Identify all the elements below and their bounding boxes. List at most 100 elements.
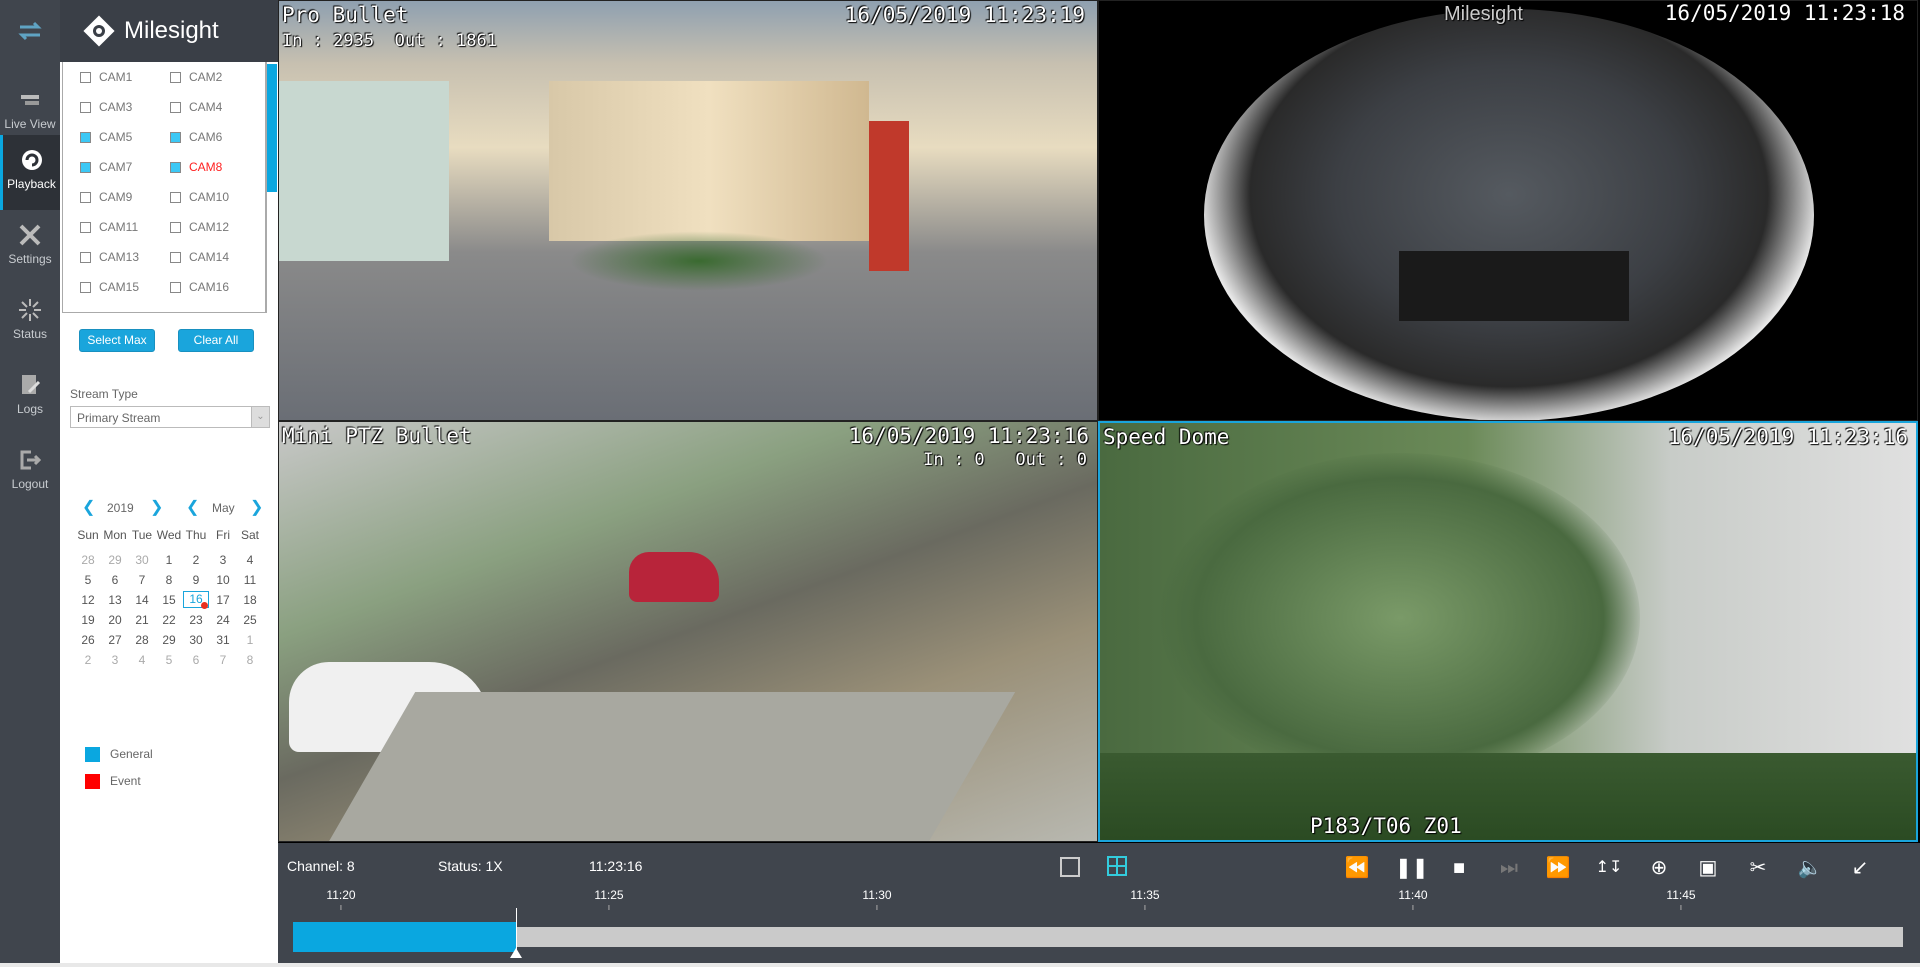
- video-tile-speed-dome[interactable]: Speed Dome 16/05/2019 11:23:16 P183/T06 …: [1098, 421, 1918, 842]
- scrollbar-thumb[interactable]: [267, 64, 277, 192]
- camera-checkbox[interactable]: [170, 191, 181, 203]
- camera-checkbox[interactable]: [80, 281, 91, 293]
- camera-item-cam2[interactable]: CAM2: [170, 70, 222, 84]
- camera-item-cam15[interactable]: CAM15: [80, 280, 139, 294]
- calendar-day[interactable]: 13: [102, 593, 128, 607]
- camera-checkbox[interactable]: [80, 221, 91, 233]
- calendar-day[interactable]: 8: [156, 573, 182, 587]
- camera-item-cam16[interactable]: CAM16: [170, 280, 229, 294]
- playhead[interactable]: [510, 908, 523, 958]
- single-layout-icon[interactable]: [1060, 857, 1080, 877]
- camera-item-cam9[interactable]: CAM9: [80, 190, 132, 204]
- camera-item-cam14[interactable]: CAM14: [170, 250, 229, 264]
- camera-item-cam13[interactable]: CAM13: [80, 250, 139, 264]
- pause-icon[interactable]: ❚❚: [1395, 854, 1429, 882]
- camera-checkbox[interactable]: [170, 131, 181, 143]
- calendar-day[interactable]: 3: [102, 653, 128, 667]
- calendar-day[interactable]: 21: [129, 613, 155, 627]
- camera-checkbox[interactable]: [80, 71, 91, 83]
- calendar-day[interactable]: 12: [75, 593, 101, 607]
- prev-year-button[interactable]: ❮: [82, 497, 95, 517]
- calendar-day[interactable]: 28: [75, 553, 101, 567]
- calendar-day[interactable]: 6: [102, 573, 128, 587]
- swap-button[interactable]: [0, 0, 60, 75]
- calendar-day[interactable]: 27: [102, 633, 128, 647]
- camera-item-cam12[interactable]: CAM12: [170, 220, 229, 234]
- fast-forward-icon[interactable]: ⏩: [1544, 854, 1572, 882]
- calendar-day[interactable]: 7: [129, 573, 155, 587]
- video-tile-pro-bullet[interactable]: Pro Bullet 16/05/2019 11:23:19 In : 2935…: [278, 0, 1098, 421]
- camera-item-cam3[interactable]: CAM3: [80, 100, 132, 114]
- calendar-day[interactable]: 15: [156, 593, 182, 607]
- camera-checkbox[interactable]: [80, 191, 91, 203]
- nav-playback[interactable]: Playback: [0, 135, 60, 210]
- calendar-day[interactable]: 20: [102, 613, 128, 627]
- exit-fullscreen-icon[interactable]: ↙: [1846, 854, 1874, 882]
- calendar-day[interactable]: 1: [237, 633, 263, 647]
- next-year-button[interactable]: ❯: [150, 497, 163, 517]
- camera-item-cam1[interactable]: CAM1: [80, 70, 132, 84]
- calendar-day[interactable]: 10: [210, 573, 236, 587]
- calendar-day[interactable]: 28: [129, 633, 155, 647]
- calendar-day[interactable]: 19: [75, 613, 101, 627]
- calendar-day[interactable]: 29: [102, 553, 128, 567]
- calendar-day[interactable]: 25: [237, 613, 263, 627]
- select-max-button[interactable]: Select Max: [79, 329, 155, 352]
- camera-checkbox[interactable]: [170, 281, 181, 293]
- playhead-marker-icon[interactable]: [510, 948, 523, 958]
- nav-logs[interactable]: Logs: [0, 360, 60, 435]
- calendar-day[interactable]: 24: [210, 613, 236, 627]
- quad-layout-icon[interactable]: [1106, 855, 1128, 877]
- next-month-button[interactable]: ❯: [250, 497, 263, 517]
- camera-item-cam6[interactable]: CAM6: [170, 130, 222, 144]
- calendar-day[interactable]: 8: [237, 653, 263, 667]
- nav-logout[interactable]: Logout: [0, 435, 60, 510]
- snapshot-icon[interactable]: ▣: [1694, 854, 1722, 882]
- stream-type-select[interactable]: Primary Stream ⌄: [70, 406, 270, 428]
- calendar-day[interactable]: 23: [183, 613, 209, 627]
- camera-checkbox[interactable]: [170, 161, 181, 173]
- calendar-day[interactable]: 22: [156, 613, 182, 627]
- calendar-day[interactable]: 1: [156, 553, 182, 567]
- clip-icon[interactable]: ✂: [1744, 854, 1772, 882]
- camera-item-cam4[interactable]: CAM4: [170, 100, 222, 114]
- timeline-track[interactable]: [293, 927, 1903, 947]
- calendar-day[interactable]: 16: [183, 591, 209, 609]
- camera-checkbox[interactable]: [80, 251, 91, 263]
- calendar-day[interactable]: 29: [156, 633, 182, 647]
- camera-checkbox[interactable]: [170, 71, 181, 83]
- camera-item-cam7[interactable]: CAM7: [80, 160, 132, 174]
- zoom-in-icon[interactable]: ⊕: [1645, 854, 1673, 882]
- calendar-day[interactable]: 3: [210, 553, 236, 567]
- calendar-day[interactable]: 31: [210, 633, 236, 647]
- mute-icon[interactable]: 🔈: [1796, 854, 1824, 882]
- step-forward-icon[interactable]: ⏭: [1495, 854, 1523, 882]
- calendar-day[interactable]: 9: [183, 573, 209, 587]
- camera-item-cam8[interactable]: CAM8: [170, 160, 222, 174]
- camera-checkbox[interactable]: [80, 131, 91, 143]
- calendar-day[interactable]: 17: [210, 593, 236, 607]
- camera-item-cam10[interactable]: CAM10: [170, 190, 229, 204]
- camera-item-cam11[interactable]: CAM11: [80, 220, 138, 234]
- calendar-day[interactable]: 30: [183, 633, 209, 647]
- calendar-day[interactable]: 26: [75, 633, 101, 647]
- video-tile-mini-ptz-bullet[interactable]: Mini PTZ Bullet 16/05/2019 11:23:16 In :…: [278, 421, 1098, 842]
- calendar-day[interactable]: 11: [237, 573, 263, 587]
- calendar-day[interactable]: 14: [129, 593, 155, 607]
- stop-icon[interactable]: ■: [1445, 854, 1473, 882]
- camera-checkbox[interactable]: [80, 161, 91, 173]
- smart-search-icon[interactable]: ↥↧: [1595, 854, 1623, 882]
- calendar-day[interactable]: 2: [183, 553, 209, 567]
- camera-item-cam5[interactable]: CAM5: [80, 130, 132, 144]
- nav-status[interactable]: Status: [0, 285, 60, 360]
- nav-settings[interactable]: Settings: [0, 210, 60, 285]
- calendar-day[interactable]: 18: [237, 593, 263, 607]
- camera-checkbox[interactable]: [170, 251, 181, 263]
- clear-all-button[interactable]: Clear All: [178, 329, 254, 352]
- rewind-icon[interactable]: ⏪: [1343, 854, 1371, 882]
- calendar-day[interactable]: 7: [210, 653, 236, 667]
- calendar-day[interactable]: 4: [129, 653, 155, 667]
- camera-checkbox[interactable]: [170, 221, 181, 233]
- calendar-day[interactable]: 5: [75, 573, 101, 587]
- video-tile-fisheye[interactable]: Milesight 16/05/2019 11:23:18: [1098, 0, 1918, 421]
